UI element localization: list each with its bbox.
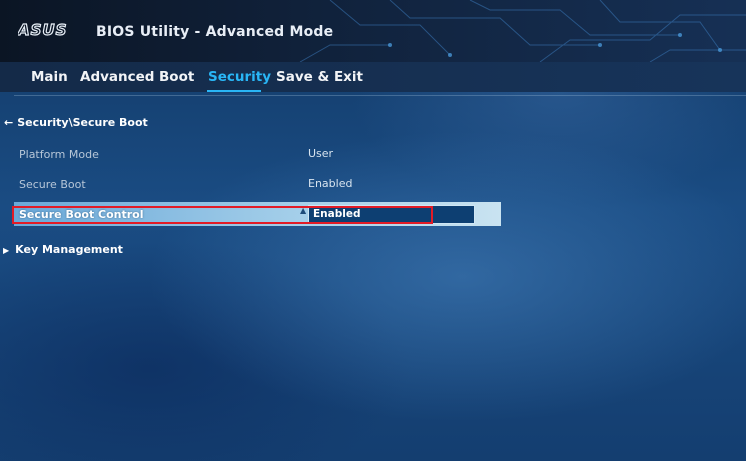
breadcrumb[interactable]: ← Security\Secure Boot	[4, 116, 148, 129]
back-arrow-icon[interactable]: ←	[4, 116, 13, 129]
platform-mode-label: Platform Mode	[19, 148, 99, 161]
secure-boot-value: Enabled	[308, 177, 353, 190]
tab-save-exit[interactable]: Save & Exit	[276, 69, 363, 85]
secure-boot-label: Secure Boot	[19, 178, 86, 191]
breadcrumb-label: Security\Secure Boot	[17, 116, 148, 129]
asus-logo: ASUS	[16, 20, 80, 41]
secure-boot-control-value: Enabled	[313, 208, 361, 220]
active-tab-indicator	[207, 90, 261, 92]
secure-boot-control-label: Secure Boot Control	[19, 208, 144, 221]
divider	[14, 95, 746, 96]
svg-text:ASUS: ASUS	[18, 21, 67, 37]
platform-mode-value: User	[308, 147, 334, 160]
dropdown-caret-icon: ▲	[300, 206, 307, 215]
tab-advanced[interactable]: Advanced	[80, 69, 154, 85]
app-title: BIOS Utility - Advanced Mode	[96, 24, 334, 40]
key-management-item[interactable]: ▶ Key Management	[3, 243, 123, 256]
tab-main[interactable]: Main	[31, 69, 68, 85]
secure-boot-control-select[interactable]: Enabled	[308, 205, 475, 224]
tab-bar: Main Advanced Boot Security Save & Exit	[0, 62, 746, 92]
tab-boot[interactable]: Boot	[159, 69, 194, 85]
submenu-arrow-icon: ▶	[3, 246, 10, 255]
secure-boot-control-row[interactable]: Secure Boot Control ▲ Enabled	[14, 202, 501, 226]
tab-security[interactable]: Security	[208, 69, 271, 85]
key-management-label: Key Management	[15, 243, 123, 256]
header-bar: ASUS BIOS Utility - Advanced Mode	[0, 0, 746, 62]
